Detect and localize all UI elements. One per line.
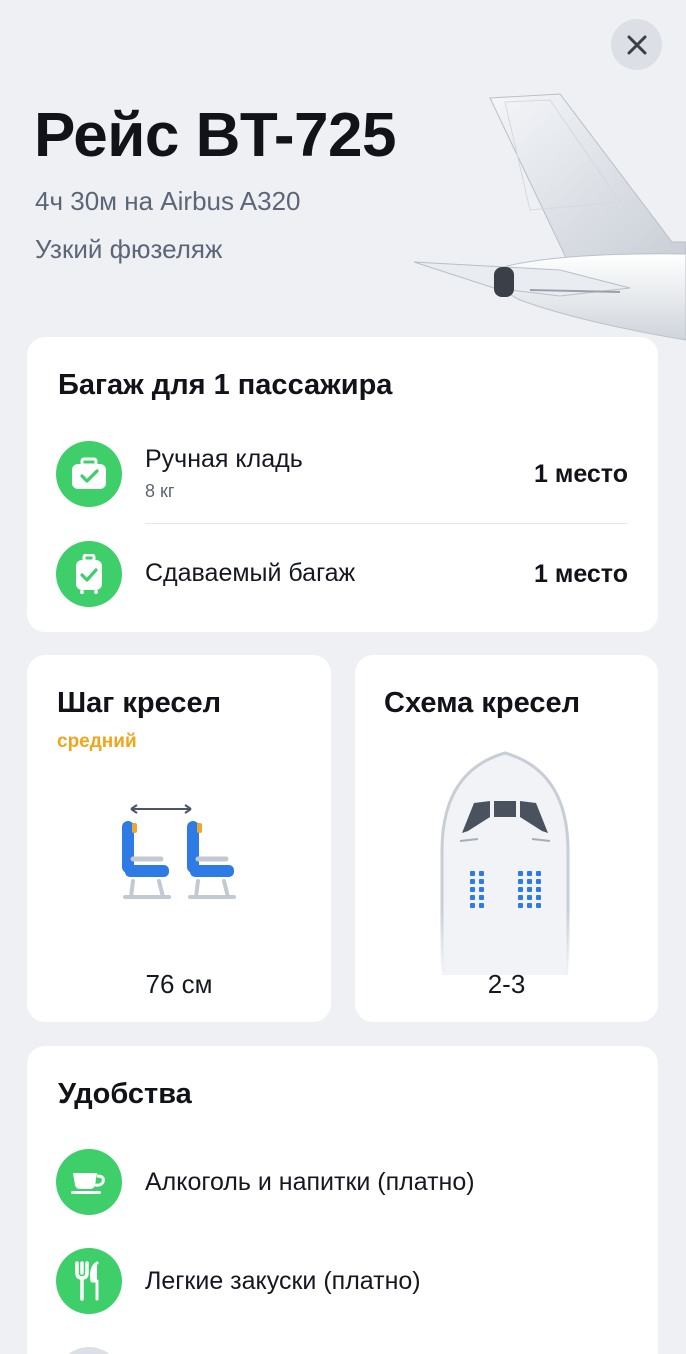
amenity-row-icon — [56, 1149, 122, 1215]
close-button[interactable] — [611, 19, 662, 70]
flight-title: Рейс BT-725 — [34, 101, 396, 170]
baggage-item-value: 1 место — [533, 460, 628, 488]
baggage-card-title: Багаж для 1 пассажира — [58, 369, 393, 401]
fuselage-type: Узкий фюзеляж — [35, 234, 223, 264]
baggage-row-icon — [56, 441, 122, 507]
fork-knife-icon — [75, 1261, 99, 1301]
baggage-row-icon — [56, 541, 122, 607]
aircraft-nose-seat-map-icon — [440, 751, 570, 975]
baggage-item-label: Ручная кладь — [145, 445, 303, 473]
cup-icon — [71, 1173, 105, 1194]
seat-layout-value: 2-3 — [487, 969, 526, 999]
baggage-item-detail: 8 кг — [145, 481, 175, 501]
baggage-card: Багаж для 1 пассажира Ручная кладь 8 кг … — [27, 337, 658, 632]
baggage-divider — [145, 523, 628, 524]
seat-layout-title: Схема кресел — [384, 687, 581, 719]
flight-details-screen: Рейс BT-725 4ч 30м на Airbus A320 Узкий … — [0, 0, 686, 1354]
seat-pitch-card: Шаг кресел средний 76 см — [27, 655, 331, 1022]
amenity-row-icon — [56, 1248, 122, 1314]
baggage-item-value: 1 место — [533, 560, 628, 588]
seat-pitch-title: Шаг кресел — [57, 687, 222, 719]
checked-luggage-check-icon — [76, 554, 102, 594]
seat-pitch-value: 76 см — [145, 969, 213, 999]
seat-layout-card: Схема кресел 2-3 — [355, 655, 658, 1022]
baggage-item-label: Сдаваемый багаж — [145, 559, 356, 587]
seat-pitch-icon — [122, 804, 236, 899]
amenities-title: Удобства — [58, 1078, 192, 1110]
carry-on-bag-check-icon — [72, 457, 106, 489]
close-icon — [627, 35, 646, 54]
amenity-label: Алкоголь и напитки (платно) — [145, 1168, 475, 1196]
amenity-label: Легкие закуски (платно) — [145, 1267, 421, 1295]
amenity-row-icon-partial — [56, 1347, 122, 1354]
amenities-card: Удобства Алкоголь и напитки (платно) Лег… — [27, 1046, 658, 1354]
airplane-tail-illustration — [413, 93, 686, 341]
flight-duration-aircraft: 4ч 30м на Airbus A320 — [35, 186, 301, 216]
seat-pitch-level: средний — [57, 731, 137, 752]
